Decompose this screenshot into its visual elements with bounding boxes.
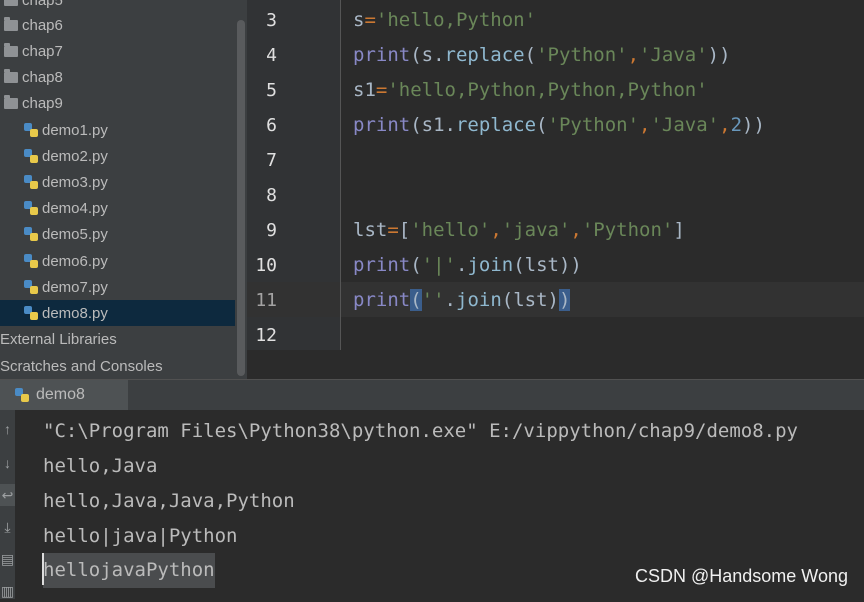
code-line-6[interactable]: print(s1.replace('Python','Java',2)) (353, 108, 765, 143)
arrow-down-icon[interactable]: ↓ (0, 452, 15, 474)
tree-item-label: demo5.py (42, 225, 108, 243)
tree-item-label: demo6.py (42, 252, 108, 270)
code-line-10[interactable]: print('|'.join(lst)) (353, 248, 582, 283)
run-tab-demo8[interactable]: demo8 (0, 380, 128, 410)
python-file-icon (24, 149, 38, 163)
tree-item-label: chap9 (22, 94, 63, 112)
tree-file-demo4[interactable]: demo4.py (0, 195, 235, 221)
line-number: 12 (255, 325, 277, 346)
project-tool-window: chap5 chap6 chap7 chap8 chap9 demo1.py d… (0, 0, 247, 379)
console-output-line: hello,Java,Java,Python (43, 490, 295, 512)
folder-icon (4, 94, 18, 109)
python-run-icon (15, 388, 29, 402)
tree-item-label: demo3.py (42, 173, 108, 191)
gutter-separator (340, 0, 341, 350)
python-file-icon (24, 201, 38, 215)
console-output-line: hello,Java (43, 455, 158, 477)
line-number: 5 (266, 80, 277, 101)
python-file-icon (24, 254, 38, 268)
line-number: 7 (266, 150, 277, 171)
print-icon[interactable]: ▤ (0, 548, 15, 570)
run-tab-label: demo8 (36, 386, 85, 403)
code-line-11[interactable]: print(''.join(lst)) (353, 283, 571, 318)
tree-file-demo1[interactable]: demo1.py (0, 117, 235, 143)
console-output-line: "C:\Program Files\Python38\python.exe" E… (43, 420, 798, 442)
code-line-5[interactable]: s1='hello,Python,Python,Python' (353, 73, 708, 108)
tree-item-label: demo4.py (42, 199, 108, 217)
python-file-icon (24, 123, 38, 137)
tree-item-label: demo8.py (42, 304, 108, 322)
tree-external-libraries[interactable]: External Libraries (0, 326, 235, 352)
folder-icon (4, 42, 18, 57)
tree-folder-chap9[interactable]: chap9 (0, 90, 235, 116)
watermark: CSDN @Handsome Wong (634, 566, 848, 586)
tree-folder-chap7[interactable]: chap7 (0, 38, 235, 64)
tree-folder-chap6[interactable]: chap6 (0, 12, 235, 38)
line-number: 4 (266, 45, 277, 66)
python-file-icon (24, 280, 38, 294)
tree-item-label: chap8 (22, 68, 63, 86)
tree-folder-chap8[interactable]: chap8 (0, 64, 235, 90)
soft-wrap-icon[interactable]: ↩ (0, 484, 15, 506)
line-number: 3 (266, 10, 277, 31)
code-line-4[interactable]: print(s.replace('Python','Java')) (353, 38, 731, 73)
console-output-line: hello|java|Python (43, 525, 238, 547)
tree-item-label: demo2.py (42, 147, 108, 165)
console-output-line-selected: hellojavaPython (43, 553, 215, 588)
tree-file-demo7[interactable]: demo7.py (0, 274, 235, 300)
tree-file-demo6[interactable]: demo6.py (0, 248, 235, 274)
scroll-to-end-icon[interactable]: ⤓ (0, 516, 15, 538)
tree-file-demo2[interactable]: demo2.py (0, 143, 235, 169)
line-number: 9 (266, 220, 277, 241)
tree-scratches-and-consoles[interactable]: Scratches and Consoles (0, 353, 235, 379)
run-tool-window-header: demo8 (0, 380, 864, 410)
folder-icon (4, 0, 18, 6)
line-number-current: 11 (255, 290, 277, 311)
python-file-icon (24, 175, 38, 189)
line-number: 6 (266, 115, 277, 136)
tree-item-label: Scratches and Consoles (0, 357, 163, 375)
tree-item-label: chap5 (22, 0, 63, 9)
tree-item-label: demo1.py (42, 121, 108, 139)
tree-item-label: demo7.py (42, 278, 108, 296)
line-number: 10 (255, 255, 277, 276)
line-number: 8 (266, 185, 277, 206)
python-file-icon (24, 227, 38, 241)
code-line-9[interactable]: lst=['hello','java','Python'] (353, 213, 685, 248)
python-file-icon (24, 306, 38, 320)
text-caret (42, 553, 44, 585)
arrow-up-icon[interactable]: ↑ (0, 418, 15, 440)
folder-icon (4, 16, 18, 31)
tree-file-demo8[interactable]: demo8.py (0, 300, 235, 326)
project-scrollbar-thumb[interactable] (237, 20, 245, 376)
run-toolbar: ↑ ↓ ↩ ⤓ ▤ ▥ (0, 410, 15, 599)
tree-item-label: chap6 (22, 16, 63, 34)
tree-file-demo3[interactable]: demo3.py (0, 169, 235, 195)
folder-icon (4, 68, 18, 83)
tree-file-demo5[interactable]: demo5.py (0, 221, 235, 247)
tree-item-label: External Libraries (0, 330, 117, 348)
code-line-3[interactable]: s='hello,Python' (353, 3, 536, 38)
tree-item-label: chap7 (22, 42, 63, 60)
